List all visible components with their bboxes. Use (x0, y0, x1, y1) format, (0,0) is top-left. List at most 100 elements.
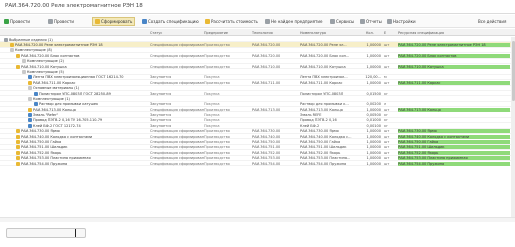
reports-label: Отчеты (366, 19, 382, 24)
table-header: Статус Предприятие Технология Номенклату… (0, 29, 515, 36)
row-nom: РАИ.364.754.00 Пружина (300, 161, 347, 166)
col-enterprise[interactable]: Предприятие (204, 31, 228, 35)
row-name-text: Комплектующие (5) (27, 69, 64, 74)
row-tech: РАИ.364.730.00 (252, 129, 281, 134)
create-spec-label: Создать спецификацию (148, 19, 199, 24)
row-tech: РАИ.364.720.00 (252, 53, 281, 58)
row-purpose: Покупка (204, 102, 220, 107)
row-name-text: РАИ.364.711.00 Каркас (33, 80, 76, 85)
row-nom: РАИ.364.740.00 Колодка с... (300, 134, 352, 139)
row-name: Полистирол УПС-0803Л ГОСТ 28250-89 (0, 91, 150, 96)
row-status: Спецификация сформирована (150, 150, 204, 155)
services-menu[interactable]: Сервисы (330, 17, 354, 26)
row-spec: РАИ.364.750.00 Гайка (398, 140, 510, 145)
row-nom: РАИ.364.711.00 Каркас (300, 80, 343, 85)
reports-menu[interactable]: Отчеты (360, 17, 382, 26)
row-status: Спецификация сформирована (150, 42, 204, 47)
table-row[interactable]: РАИ.364.754.00 Пружина Спецификация сформ… (0, 161, 515, 167)
row-name-text: Эмаль "Refer" (33, 113, 59, 118)
post-secondary-button[interactable]: Провести (48, 17, 74, 26)
row-spec: РАИ.364.730.00 Ярмо (398, 129, 510, 134)
col-resource-spec[interactable]: Ресурсная спецификация (398, 31, 444, 35)
row-nom: Эмаль REFE (300, 113, 322, 118)
row-nom: РАИ.364.752.00 Якорь (300, 150, 341, 155)
row-icon (10, 42, 14, 47)
all-actions-menu[interactable]: Все действия (478, 17, 506, 26)
row-purpose: Производство (204, 80, 230, 85)
row-tech: РАИ.364.711.00 (252, 80, 281, 85)
row-purpose: Производство (204, 156, 230, 161)
row-name: Раствор для промывки катушек (0, 102, 150, 107)
create-spec-button[interactable]: Создать спецификацию (142, 17, 199, 26)
row-qty: 1,00000 (366, 134, 381, 139)
row-nom: РАИ.364.751.00 Шильдик (300, 145, 347, 150)
row-name-text: Клей БФ-2 ГОСТ 12172-74 (33, 123, 81, 128)
row-status: Спецификация сформирована (150, 129, 204, 134)
row-qty: 1,00000 (366, 42, 381, 47)
row-nom: РАИ.364.730.00 Ярмо (300, 129, 339, 134)
scroll-thumb[interactable] (511, 41, 515, 101)
row-nom: Раствор для промывки к... (300, 102, 349, 107)
row-name-text: Выбранные изделия (1) (9, 37, 53, 42)
row-icon (34, 91, 38, 96)
row-name: РАИ.364.710.00 Катушка (0, 64, 150, 69)
row-name: Лента ПВХ электроизоляционная ГОСТ 16214… (0, 75, 150, 80)
row-unit: кг (384, 113, 388, 118)
row-icon (16, 161, 20, 166)
row-qty: 0,01500 (366, 91, 381, 96)
row-icon (16, 129, 20, 134)
row-name-text: РАИ.364.740.00 Колодка с контактами (21, 134, 93, 139)
calc-cost-button[interactable]: Рассчитать стоимость (205, 17, 258, 26)
row-icon (16, 64, 20, 69)
row-name-text: РАИ.364.750.00 Гайка (21, 140, 62, 145)
row-unit: л (384, 102, 387, 107)
form-button[interactable]: Сформировать (92, 17, 136, 26)
row-icon (28, 96, 32, 101)
settings-menu[interactable]: Настройки (387, 17, 416, 26)
settings-label: Настройки (393, 19, 416, 24)
vertical-scrollbar[interactable] (511, 37, 515, 217)
row-status: Закупается (150, 113, 172, 118)
col-unit[interactable]: Е (384, 31, 386, 35)
row-tech: РАИ.364.752.00 (252, 150, 281, 155)
row-qty: 1,00000 (366, 129, 381, 134)
row-name: РАИ.364.713.00 Кольцо (0, 107, 150, 112)
row-name: РАИ.364.720.00 Блок контактов (0, 53, 150, 58)
col-qty[interactable]: Кол. (366, 31, 374, 35)
col-status[interactable]: Статус (150, 31, 162, 35)
row-name-text: Провод ПЭТВ-2 0,16 ТУ 16-705.110-79 (33, 118, 103, 123)
row-icon (28, 118, 32, 123)
col-technology[interactable]: Технология (252, 31, 273, 35)
row-name: РАИ.364.730.00 Ярмо (0, 129, 150, 134)
row-spec: РАИ.364.710.00 Катушка (398, 64, 510, 69)
row-nom: РАИ.364.720.00 Блок кон... (300, 53, 350, 58)
row-spec: РАИ.364.751.00 Шильдик (398, 145, 510, 150)
row-status: Закупается (150, 91, 172, 96)
col-nomenclature[interactable]: Номенклатура (300, 31, 326, 35)
row-spec: РАИ.364.720.00 Реле электромагнитное РЭН… (398, 42, 510, 47)
row-icon (10, 48, 14, 53)
post-button[interactable]: Провести (4, 17, 30, 26)
row-name-text: Основные материалы (1) (33, 86, 80, 91)
calc-cost-icon (205, 19, 210, 24)
row-name-text: РАИ.364.713.00 Кольцо (33, 107, 76, 112)
row-qty: 0,01000 (366, 118, 381, 123)
row-purpose: Производство (204, 140, 230, 145)
row-status: Спецификация сформирована (150, 140, 204, 145)
row-tech: РАИ.364.710.00 (252, 64, 281, 69)
text-input[interactable] (6, 228, 86, 238)
row-spec: РАИ.364.752.00 Якорь (398, 150, 510, 155)
row-qty: 1,00000 (366, 64, 381, 69)
row-name: Комплектующие (5) (0, 69, 150, 74)
enterprise-filter[interactable]: Не найден предприятие (265, 17, 322, 26)
row-icon (28, 123, 32, 128)
row-purpose: Производство (204, 134, 230, 139)
row-icon (16, 53, 20, 58)
row-purpose: Покупка (204, 91, 220, 96)
title-bar: РАИ.364.720.00 Реле электромагнитное РЭН… (0, 0, 515, 14)
row-purpose: Производство (204, 150, 230, 155)
row-name: РАИ.364.754.00 Пружина (0, 161, 150, 166)
row-name: Комплектующие (1) (0, 96, 150, 101)
bottom-panel (0, 222, 515, 247)
row-unit: м (384, 75, 387, 80)
